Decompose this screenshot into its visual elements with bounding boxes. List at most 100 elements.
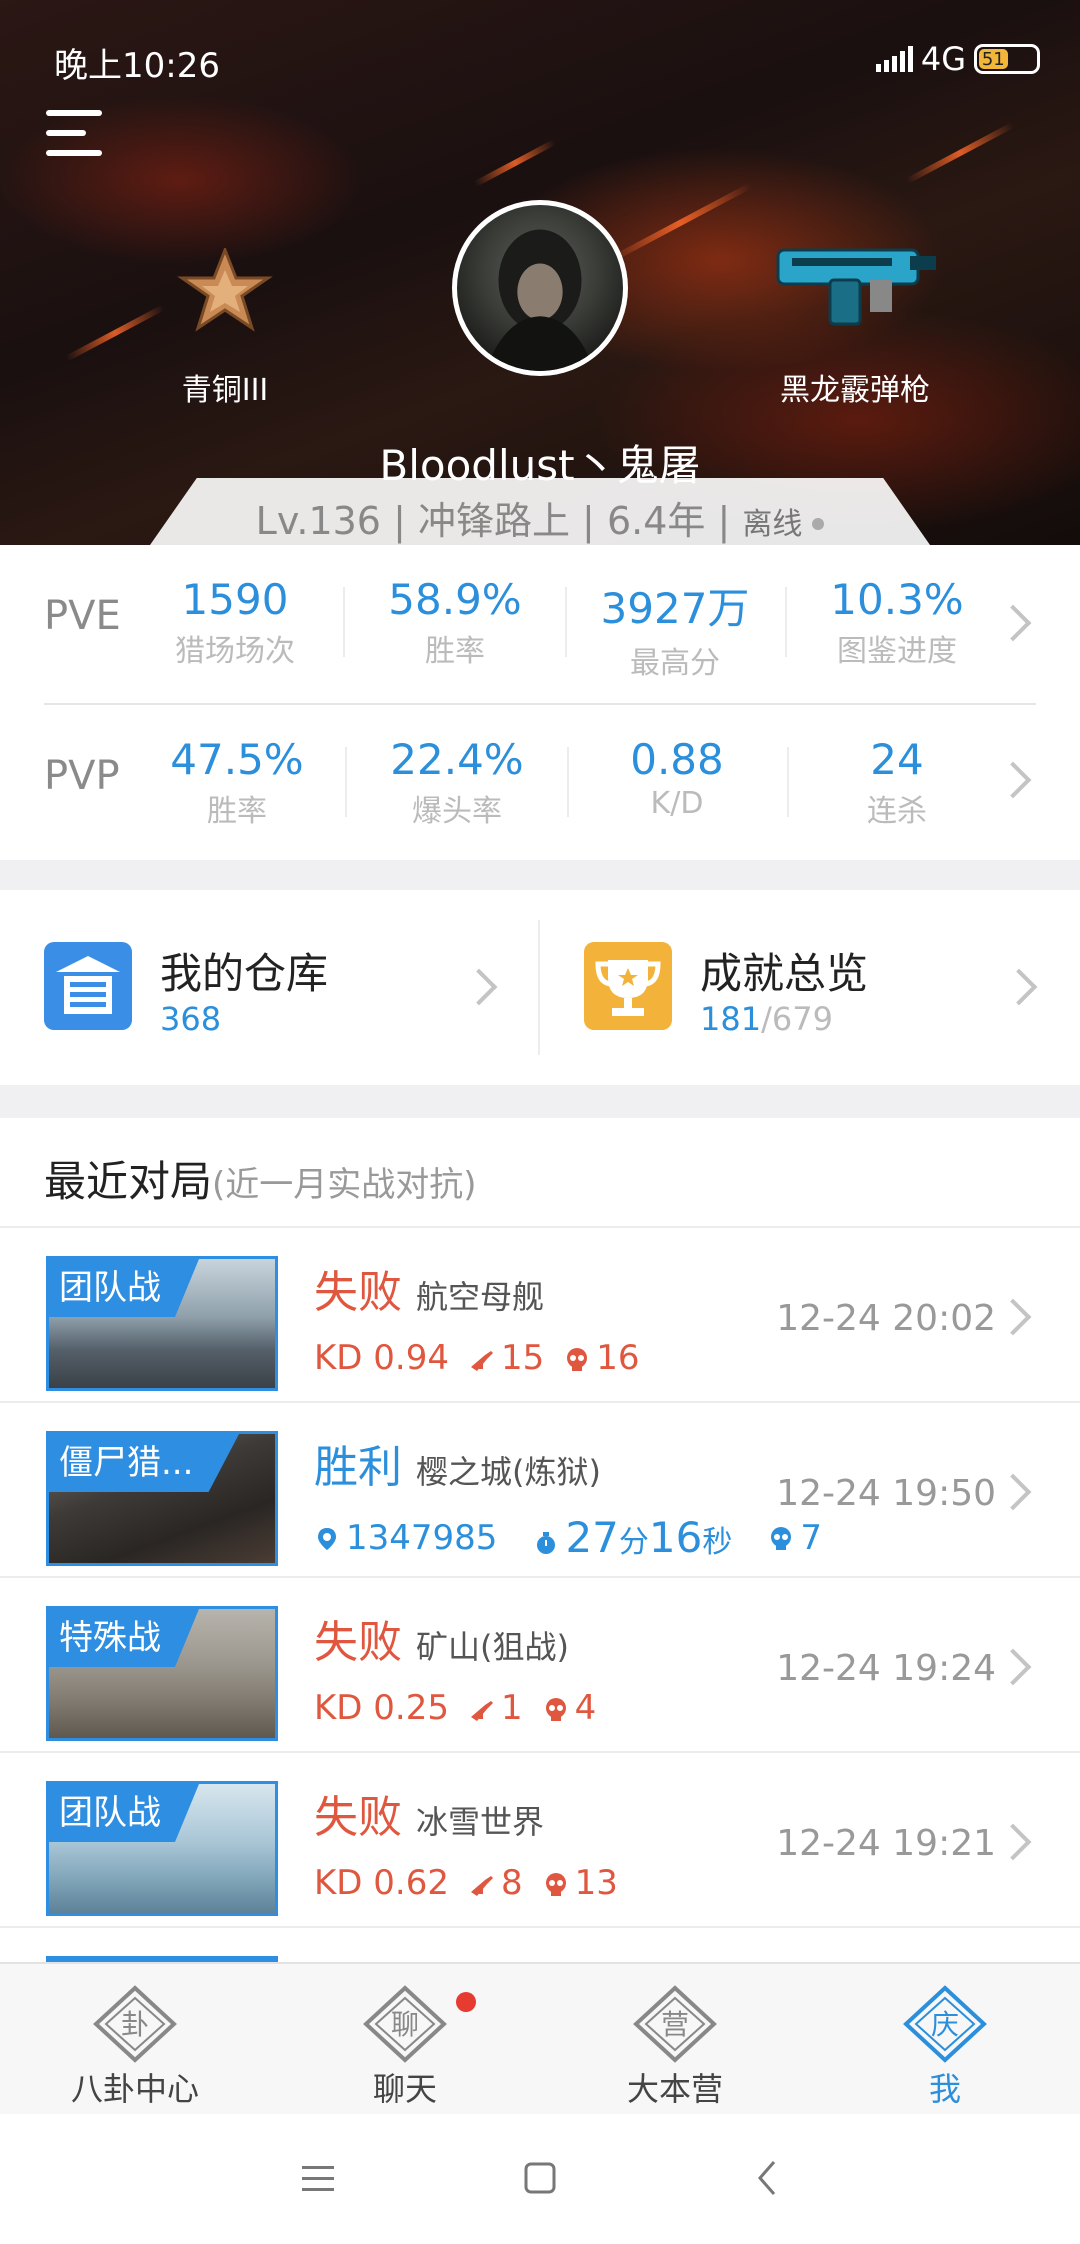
second-unit: 秒 — [702, 1525, 733, 1560]
duration-seconds: 16 — [648, 1513, 703, 1562]
battery-level: 51 — [981, 48, 1005, 70]
chevron-right-icon — [994, 1473, 1032, 1511]
achievement-title: 成就总览 — [700, 949, 869, 998]
achievement-total: /679 — [761, 1000, 833, 1038]
match-row[interactable]: 僵尸猎... 胜利 樱之城(炼狱) 1347985 27分16秒 7 12-24… — [0, 1403, 1080, 1578]
pvp-stat: 22.4% 爆头率 — [347, 735, 567, 830]
match-time: 12-24 19:21 — [776, 1823, 996, 1864]
mode-tag: 特殊战 — [49, 1609, 199, 1667]
player-title: 冲锋路上 — [417, 499, 570, 543]
tab-glyph: 卦 — [121, 2008, 149, 2041]
pve-stat: 58.9% 胜率 — [345, 575, 565, 670]
map-thumbnail: 团队战 — [46, 1256, 278, 1391]
pve-label: PVE — [44, 593, 121, 639]
status-dot — [812, 517, 825, 530]
pvp-label: PVP — [44, 753, 120, 799]
duration-minutes: 27 — [565, 1513, 619, 1562]
pvp-stat: 47.5% 胜率 — [127, 735, 347, 830]
death-count: 7 — [800, 1517, 822, 1558]
recent-title: 最近对局 — [44, 1157, 213, 1206]
stats-card: PVE 1590 猎场场次 58.9% 胜率 3927万 最高分 10.3% 图… — [0, 545, 1080, 860]
score-value: 1347985 — [346, 1517, 498, 1558]
recent-subtitle: (近一月实战对抗) — [212, 1165, 477, 1205]
profile-header: 晚上10:26 4G 51 青铜III 黑龙霰弹枪 Bloodlust丶鬼屠 L… — [0, 0, 1080, 545]
pvp-stat: 24 连杀 — [787, 735, 1007, 830]
stat-name: 胜率 — [425, 634, 485, 669]
chat-tab-icon: 聊 — [363, 1985, 447, 2063]
tab-gossip[interactable]: 卦 八卦中心 — [0, 1964, 270, 2116]
notification-dot — [456, 1992, 476, 2012]
stat-value: 47.5% — [170, 735, 304, 784]
match-result: 胜利 — [314, 1442, 402, 1493]
match-result: 失败 — [314, 1617, 402, 1668]
pvp-stat: 0.88 K/D — [567, 735, 787, 821]
back-icon[interactable] — [738, 2154, 798, 2204]
tab-label: 我 — [928, 2070, 961, 2108]
warehouse-icon — [44, 942, 132, 1030]
tab-chat[interactable]: 聊 聊天 — [270, 1964, 540, 2116]
player-level: Lv.136 — [255, 499, 381, 543]
pve-stat: 1590 猎场场次 — [125, 575, 345, 670]
tab-me[interactable]: 庆 我 — [810, 1964, 1080, 2116]
achievement-count: 181/679 — [700, 1000, 833, 1038]
stat-name: 猎场场次 — [175, 634, 295, 669]
rank-label: 青铜III — [181, 373, 269, 408]
pvp-stats-row[interactable]: PVP 47.5% 胜率 22.4% 爆头率 0.88 K/D 24 连杀 — [0, 705, 1080, 860]
map-name: 矿山(狙战) — [416, 1628, 569, 1666]
kill-count: 15 — [501, 1338, 545, 1378]
skull-icon — [545, 1697, 566, 1721]
battery-icon: 51 — [974, 44, 1040, 74]
stat-value: 3927万 — [600, 584, 750, 633]
achievement-entry[interactable]: 成就总览 181/679 — [540, 890, 1080, 1085]
gossip-tab-icon: 卦 — [93, 1985, 177, 2063]
death-count: 16 — [596, 1338, 640, 1378]
trophy-icon — [584, 942, 672, 1030]
pve-stats-row[interactable]: PVE 1590 猎场场次 58.9% 胜率 3927万 最高分 10.3% 图… — [0, 545, 1080, 700]
decor-streak — [65, 304, 165, 362]
tab-glyph: 营 — [661, 2008, 689, 2041]
chevron-right-icon — [460, 968, 498, 1006]
map-name: 樱之城(炼狱) — [416, 1453, 601, 1491]
bronze-rank-icon — [177, 248, 273, 332]
stat-name: 最高分 — [630, 646, 720, 681]
shortcuts-card: 我的仓库 368 成就总览 181/679 — [0, 890, 1080, 1085]
status-time: 晚上10:26 — [54, 46, 220, 86]
stat-value: 1590 — [181, 575, 289, 624]
minute-unit: 分 — [618, 1525, 649, 1560]
chevron-right-icon — [1000, 968, 1038, 1006]
score-icon — [318, 1528, 336, 1550]
home-icon[interactable] — [510, 2154, 570, 2204]
match-result: 失败 — [314, 1792, 402, 1843]
tab-base[interactable]: 营 大本营 — [540, 1964, 810, 2116]
recents-icon[interactable] — [288, 2154, 348, 2204]
chevron-right-icon — [994, 1823, 1032, 1861]
player-years: 6.4年 — [606, 499, 706, 543]
signal-icon — [875, 46, 913, 72]
match-time: 12-24 20:02 — [776, 1298, 996, 1339]
match-row[interactable]: 特殊战 失败 矿山(狙战) KD 0.25 1 4 12-24 19:24 — [0, 1578, 1080, 1753]
kill-icon — [471, 1700, 493, 1721]
warehouse-entry[interactable]: 我的仓库 368 — [0, 890, 540, 1085]
avatar[interactable] — [452, 200, 628, 376]
mode-tag: 团队战 — [49, 1784, 199, 1842]
match-row[interactable]: 团队战 失败 航空母舰 KD 0.94 15 16 12-24 20:02 — [0, 1228, 1080, 1403]
menu-icon[interactable] — [46, 110, 102, 158]
map-thumbnail: 特殊战 — [46, 1606, 278, 1741]
stat-value: 0.88 — [630, 735, 724, 784]
timer-icon — [537, 1531, 556, 1554]
stat-name: 爆头率 — [412, 794, 502, 829]
online-status: 离线 — [742, 507, 803, 542]
achievement-done: 181 — [700, 1000, 762, 1038]
tab-label: 八卦中心 — [70, 2070, 199, 2108]
bottom-tab-bar: 卦 八卦中心 聊 聊天 营 大本营 庆 我 — [0, 1962, 1080, 2114]
base-tab-icon: 营 — [633, 1985, 717, 2063]
match-time: 12-24 19:50 — [776, 1473, 996, 1514]
kill-icon — [471, 1875, 493, 1896]
kill-icon — [471, 1350, 493, 1371]
map-thumbnail: 僵尸猎... — [46, 1431, 278, 1566]
skull-icon — [771, 1527, 792, 1550]
match-row[interactable]: 团队战 失败 冰雪世界 KD 0.62 8 13 12-24 19:21 — [0, 1753, 1080, 1928]
mode-tag: 团队战 — [49, 1259, 199, 1317]
stat-name: 连杀 — [867, 794, 927, 829]
tab-label: 聊天 — [372, 2070, 437, 2108]
